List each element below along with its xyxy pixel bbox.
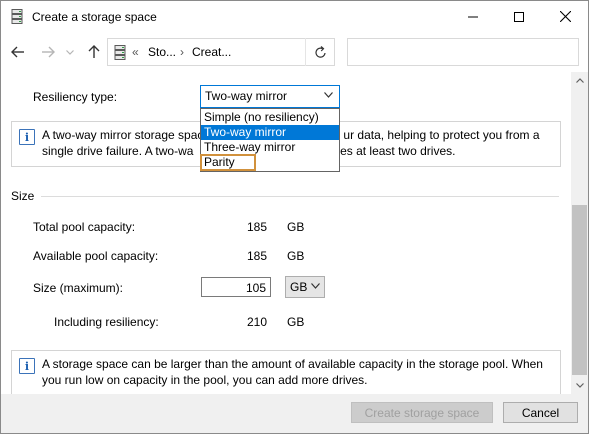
size-unit-value: GB (290, 280, 308, 294)
available-pool-capacity-label: Available pool capacity: (33, 249, 159, 263)
total-pool-capacity-unit: GB (287, 220, 305, 234)
chevron-down-icon (311, 283, 320, 289)
forward-button[interactable] (37, 41, 59, 63)
info-text-line: ires at least two drives. (333, 144, 456, 158)
dropdown-option-simple[interactable]: Simple (no resiliency) (201, 110, 339, 125)
including-resiliency-unit: GB (287, 315, 305, 329)
total-pool-capacity-value: 185 (246, 220, 267, 234)
chevron-up-icon (575, 78, 584, 83)
refresh-button[interactable] (305, 38, 335, 66)
info-icon: i (19, 358, 35, 374)
dialog-footer: Create storage space Cancel (1, 394, 588, 433)
available-pool-capacity-unit: GB (287, 249, 305, 263)
arrow-left-icon (11, 46, 24, 58)
refresh-icon (314, 45, 326, 58)
size-maximum-value: 105 (245, 281, 266, 295)
including-resiliency-label: Including resiliency: (54, 315, 159, 329)
info-text-line: ur data, helping to protect you from a (343, 128, 540, 142)
capacity-info-text: A storage space can be larger than the a… (42, 356, 543, 388)
resiliency-dropdown-list[interactable]: Simple (no resiliency) Two-way mirror Th… (200, 108, 340, 172)
scroll-up-button[interactable] (571, 72, 588, 89)
breadcrumb-item[interactable]: Sto... (148, 45, 176, 59)
address-bar[interactable]: « Sto... › Creat... (107, 38, 335, 66)
size-maximum-label: Size (maximum): (33, 281, 124, 295)
close-icon (559, 11, 571, 22)
scroll-down-button[interactable] (571, 377, 588, 394)
available-pool-capacity-value: 185 (246, 249, 267, 263)
breadcrumb-item[interactable]: Creat... (192, 45, 231, 59)
dropdown-option-three-way-mirror[interactable]: Three-way mirror (201, 140, 339, 155)
arrow-right-icon (42, 46, 55, 58)
maximize-button[interactable] (496, 1, 542, 32)
recent-locations-button[interactable] (63, 41, 77, 63)
chevron-down-icon (575, 383, 584, 388)
info-icon: i (19, 129, 35, 145)
info-text-line: single drive failure. A two-wa (42, 144, 194, 158)
chevron-down-icon (66, 49, 74, 55)
chevron-down-icon (324, 92, 333, 98)
dropdown-option-two-way-mirror[interactable]: Two-way mirror (201, 125, 339, 140)
capacity-info-box: i A storage space can be larger than the… (11, 350, 561, 394)
including-resiliency-value: 210 (246, 315, 267, 329)
cancel-button[interactable]: Cancel (503, 402, 578, 423)
info-text-line: A two-way mirror storage spac (42, 128, 204, 142)
main-content: Resiliency type: Two-way mirror i A two-… (1, 72, 571, 394)
breadcrumb-overflow[interactable]: « (132, 45, 139, 59)
scrollbar-thumb[interactable] (572, 205, 587, 375)
create-storage-space-window: Create a storage space « Sto... › Creat.… (0, 0, 589, 434)
back-button[interactable] (7, 41, 29, 63)
breadcrumb-separator[interactable]: › (180, 45, 184, 59)
minimize-button[interactable] (450, 1, 496, 32)
close-button[interactable] (542, 1, 588, 32)
storage-spaces-icon (11, 9, 23, 24)
address-bar-row: « Sto... › Creat... (1, 32, 588, 72)
minimize-icon (468, 16, 478, 17)
resiliency-type-select[interactable]: Two-way mirror (200, 85, 340, 108)
size-section-title: Size (11, 189, 39, 203)
create-storage-space-button[interactable]: Create storage space (351, 402, 493, 423)
size-maximum-input[interactable]: 105 (201, 277, 271, 297)
storage-spaces-icon (114, 45, 126, 60)
vertical-scrollbar[interactable] (571, 72, 588, 394)
title-bar[interactable]: Create a storage space (1, 1, 588, 32)
window-title: Create a storage space (32, 10, 157, 24)
resiliency-type-label: Resiliency type: (33, 90, 118, 104)
arrow-up-icon (88, 45, 100, 58)
resiliency-selected-value: Two-way mirror (205, 89, 288, 103)
up-button[interactable] (83, 41, 105, 63)
info-text-line: A storage space can be larger than the a… (42, 357, 543, 371)
maximize-icon (514, 11, 524, 22)
size-unit-select[interactable]: GB (285, 276, 325, 298)
section-divider (41, 196, 559, 197)
info-text-line: you run low on capacity in the pool, you… (42, 373, 368, 387)
search-input[interactable] (347, 38, 579, 66)
total-pool-capacity-label: Total pool capacity: (33, 220, 136, 234)
dropdown-option-parity[interactable]: Parity (200, 154, 256, 171)
